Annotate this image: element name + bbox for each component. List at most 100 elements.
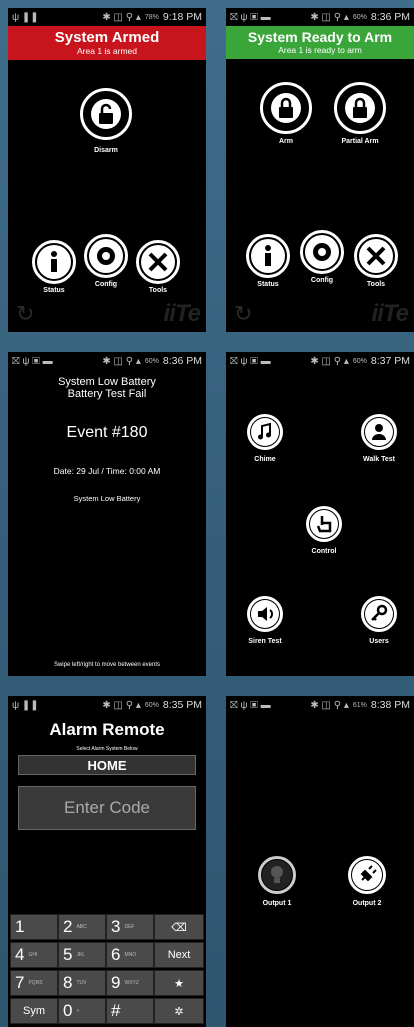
back-icon[interactable]: ↻ <box>234 301 252 327</box>
status-icons-left: ⛝ ψ ▣ ▬ <box>12 355 53 367</box>
tools-icon <box>359 239 393 273</box>
header-subtitle: Area 1 is ready to arm <box>278 45 362 55</box>
plug-icon <box>352 860 382 890</box>
screen-ready: ⛝ ψ ▣ ▬ ✱ ◫ ⚲ ▴ 60% 8:36 PM System Ready t… <box>226 8 414 332</box>
status-icons-left: ⛝ ψ ▣ ▬ <box>230 699 271 711</box>
header-title: System Ready to Arm <box>247 29 393 45</box>
output-1-button[interactable] <box>258 856 296 894</box>
status-icons-left: ψ ❚❚ <box>12 699 39 711</box>
status-icons-left: ψ ❚❚ <box>12 11 39 23</box>
tools-icon <box>141 245 175 279</box>
key-label: 2 <box>63 917 73 936</box>
key-7[interactable]: 7 PQRS <box>10 970 58 996</box>
code-input[interactable]: Enter Code <box>18 786 196 830</box>
delete-key[interactable]: ⌫ <box>154 914 204 940</box>
chime-button[interactable] <box>247 414 283 450</box>
screen-outputs: ⛝ ψ ▣ ▬ ✱ ◫ ⚲ ▴ 61% 8:38 PM Output 1 Outpu… <box>226 696 414 1027</box>
disarm-button[interactable] <box>80 88 132 140</box>
gear-icon <box>89 239 123 273</box>
key-label: 1 <box>15 917 25 936</box>
back-icon[interactable]: ↻ <box>16 301 34 327</box>
key-5[interactable]: 5 JKL <box>58 942 106 968</box>
key-label: Sym <box>23 1005 45 1017</box>
battery-level: 78% <box>144 13 159 21</box>
event-number: Event #180 <box>66 424 148 441</box>
key-sub-label: WXYZ <box>124 980 139 986</box>
screen-event: ⛝ ψ ▣ ▬ ✱ ◫ ⚲ ▴ 60% 8:36 PM System Low Bat… <box>8 352 206 676</box>
key-icon <box>365 600 393 628</box>
partial-arm-label: Partial Arm <box>341 138 379 145</box>
key-sub-label: + <box>76 1008 80 1014</box>
lock-icon <box>345 93 375 123</box>
gear-icon: ✲ <box>174 1005 184 1018</box>
settings-key[interactable]: ✲ <box>154 998 204 1024</box>
system-selector[interactable]: HOME <box>18 755 196 775</box>
info-icon <box>37 245 71 279</box>
status-bar: ⛝ ψ ▣ ▬ ✱ ◫ ⚲ ▴ 61% 8:38 PM <box>226 696 414 714</box>
star-key[interactable]: ★ <box>154 970 204 996</box>
key-label: 0 <box>63 1001 73 1020</box>
backspace-icon: ⌫ <box>171 921 187 934</box>
config-button[interactable] <box>300 230 344 274</box>
walk-test-button[interactable] <box>361 414 397 450</box>
header-subtitle: Area 1 is armed <box>77 46 137 56</box>
control-button[interactable] <box>306 506 342 542</box>
event-datetime: Date: 29 Jul / Time: 0:00 AM <box>53 466 161 476</box>
status-header: System Armed Area 1 is armed <box>8 26 206 60</box>
key-9[interactable]: 9 WXYZ <box>106 970 154 996</box>
arm-button[interactable] <box>260 82 312 134</box>
music-note-icon <box>251 418 279 446</box>
status-bar: ⛝ ψ ▣ ▬ ✱ ◫ ⚲ ▴ 60% 8:37 PM <box>226 352 414 370</box>
tools-button[interactable] <box>354 234 398 278</box>
key-3[interactable]: 3 DEF <box>106 914 154 940</box>
battery-level: 61% <box>352 701 367 709</box>
battery-level: 60% <box>144 357 159 365</box>
clock: 8:37 PM <box>370 355 410 367</box>
key-1[interactable]: 1 <box>10 914 58 940</box>
gear-icon <box>305 235 339 269</box>
hash-key[interactable]: # <box>106 998 154 1024</box>
key-sub-label: TUV <box>76 980 87 986</box>
sym-key[interactable]: Sym <box>10 998 58 1024</box>
status-icons-right: ✱ ◫ ⚲ ▴ <box>102 11 141 23</box>
user-icon <box>365 418 393 446</box>
swipe-hint: Swipe left/right to move between events <box>53 662 161 668</box>
screen-armed: ψ ❚❚ ✱ ◫ ⚲ ▴ 78% 9:18 PM System Armed Area… <box>8 8 206 332</box>
battery-level: 60% <box>144 701 159 709</box>
arm-label: Arm <box>278 138 293 145</box>
status-label: Status <box>43 287 65 294</box>
light-bulb-icon <box>262 860 292 890</box>
output-1-label: Output 1 <box>262 900 292 907</box>
key-sub-label: GHI <box>28 952 38 958</box>
clock: 8:38 PM <box>370 699 410 711</box>
key-sub-label: PQRS <box>28 980 43 986</box>
siren-test-button[interactable] <box>247 596 283 632</box>
key-sub-label: JKL <box>76 952 86 958</box>
status-button[interactable] <box>32 240 76 284</box>
key-8[interactable]: 8 TUV <box>58 970 106 996</box>
status-icons-left: ⛝ ψ ▣ ▬ <box>230 355 271 367</box>
output-2-button[interactable] <box>348 856 386 894</box>
status-icons-right: ✱ ◫ ⚲ ▴ <box>102 699 141 711</box>
key-4[interactable]: 4 GHI <box>10 942 58 968</box>
chime-label: Chime <box>254 456 276 463</box>
status-button[interactable] <box>246 234 290 278</box>
clock: 8:36 PM <box>370 11 410 23</box>
key-6[interactable]: 6 MNO <box>106 942 154 968</box>
key-label: ★ <box>174 977 184 990</box>
next-key[interactable]: Next <box>154 942 204 968</box>
key-2[interactable]: 2 ABC <box>58 914 106 940</box>
config-button[interactable] <box>84 234 128 278</box>
key-0[interactable]: 0 + <box>58 998 106 1024</box>
status-bar: ψ ❚❚ ✱ ◫ ⚲ ▴ 78% 9:18 PM <box>8 8 206 26</box>
users-button[interactable] <box>361 596 397 632</box>
status-icons-right: ✱ ◫ ⚲ ▴ <box>310 699 349 711</box>
tools-label: Tools <box>148 287 168 294</box>
status-icons-left: ⛝ ψ ▣ ▬ <box>230 11 271 23</box>
key-label: 5 <box>63 945 73 964</box>
status-bar: ⛝ ψ ▣ ▬ ✱ ◫ ⚲ ▴ 60% 8:36 PM <box>8 352 206 370</box>
partial-arm-button[interactable] <box>334 82 386 134</box>
tools-button[interactable] <box>136 240 180 284</box>
screen-login: ψ ❚❚ ✱ ◫ ⚲ ▴ 60% 8:35 PM Alarm Remote Sele… <box>8 696 206 1027</box>
siren-test-label: Siren Test <box>248 638 282 645</box>
